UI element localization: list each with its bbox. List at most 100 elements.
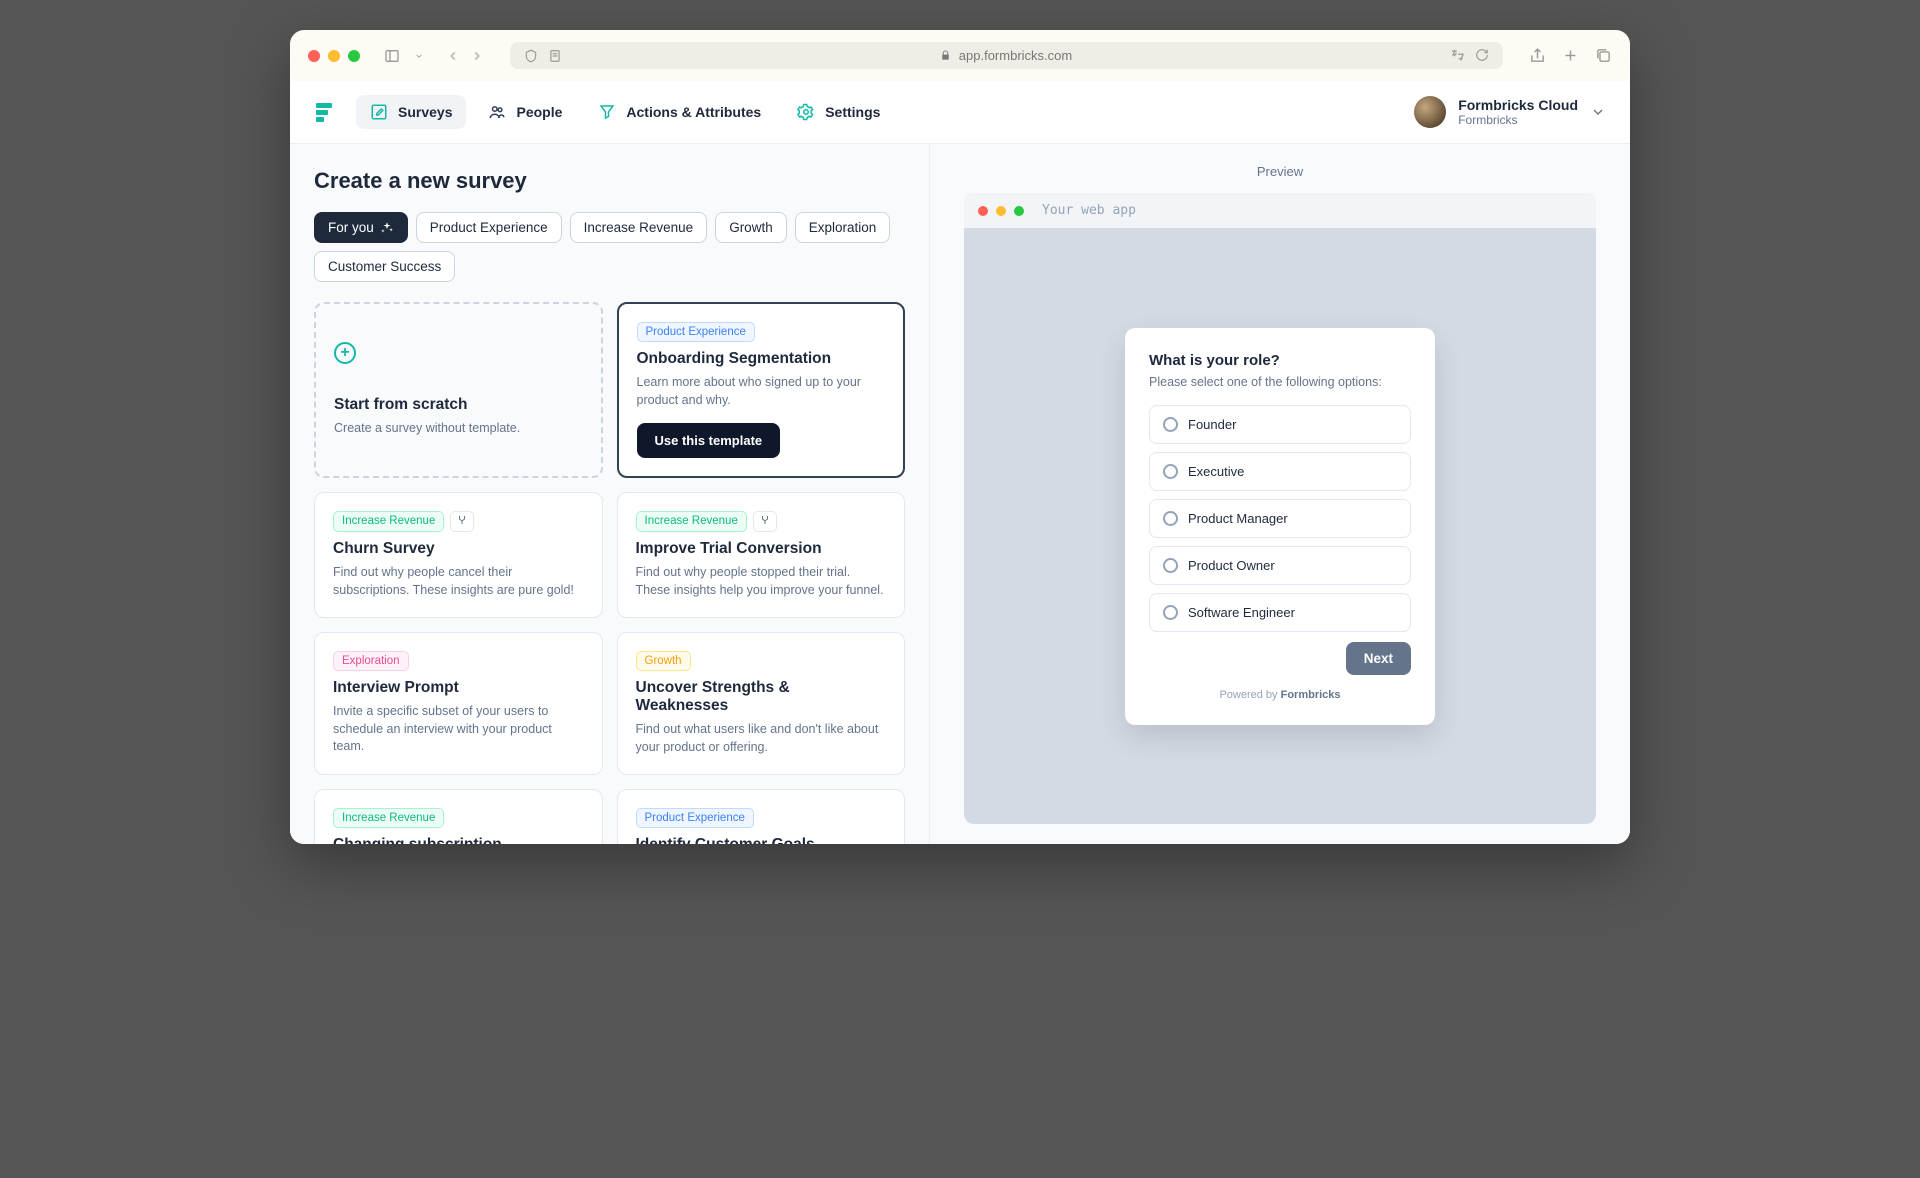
card-desc: Learn more about who signed up to your p… xyxy=(637,374,886,409)
browser-titlebar: app.formbricks.com xyxy=(290,30,1630,81)
card-desc: Find out why people stopped their trial.… xyxy=(636,564,887,599)
plus-icon: + xyxy=(334,342,356,364)
category-badge: Product Experience xyxy=(637,322,755,342)
filter-for-you[interactable]: For you xyxy=(314,212,408,243)
nav-actions[interactable]: Actions & Attributes xyxy=(584,95,775,129)
filter-increase-revenue[interactable]: Increase Revenue xyxy=(570,212,708,243)
split-icon xyxy=(450,511,474,532)
chevron-down-icon xyxy=(1590,104,1606,120)
app-body: Create a new survey For you Product Expe… xyxy=(290,144,1630,844)
use-template-button[interactable]: Use this template xyxy=(637,423,781,458)
template-card-selected[interactable]: Product Experience Onboarding Segmentati… xyxy=(617,302,906,478)
template-card[interactable]: GrowthUncover Strengths & WeaknessesFind… xyxy=(617,632,906,775)
chevron-down-icon[interactable] xyxy=(414,48,424,64)
start-from-scratch-card[interactable]: + Start from scratch Create a survey wit… xyxy=(314,302,603,478)
survey-option[interactable]: Founder xyxy=(1149,405,1411,444)
share-icon[interactable] xyxy=(1529,47,1546,64)
survey-option[interactable]: Product Owner xyxy=(1149,546,1411,585)
back-icon[interactable] xyxy=(446,49,460,63)
filter-growth[interactable]: Growth xyxy=(715,212,787,243)
survey-option[interactable]: Executive xyxy=(1149,452,1411,491)
template-card[interactable]: ExplorationInterview PromptInvite a spec… xyxy=(314,632,603,775)
sidebar-icon[interactable] xyxy=(384,48,400,64)
tabs-icon[interactable] xyxy=(1595,47,1612,64)
category-badge: Increase Revenue xyxy=(333,808,444,828)
filter-row: For you Product Experience Increase Reve… xyxy=(314,212,905,282)
browser-nav-arrows xyxy=(446,49,484,63)
card-title: Interview Prompt xyxy=(333,679,584,697)
url-bar[interactable]: app.formbricks.com xyxy=(510,42,1503,69)
nav-people[interactable]: People xyxy=(474,95,576,129)
nav-settings[interactable]: Settings xyxy=(783,95,894,129)
option-label: Founder xyxy=(1188,417,1236,432)
template-card[interactable]: Increase Revenue Changing subscription ex… xyxy=(314,789,603,844)
account-menu[interactable]: Formbricks Cloud Formbricks xyxy=(1414,96,1606,128)
card-desc: Create a survey without template. xyxy=(334,420,583,438)
card-title: Changing subscription experience xyxy=(333,836,584,844)
maximize-icon xyxy=(1014,206,1024,216)
card-desc: Invite a specific subset of your users t… xyxy=(333,703,584,756)
card-title: Identify Customer Goals xyxy=(636,836,887,844)
maximize-window-icon[interactable] xyxy=(348,50,360,62)
nav-surveys[interactable]: Surveys xyxy=(356,95,466,129)
template-card[interactable]: Increase RevenueImprove Trial Conversion… xyxy=(617,492,906,618)
card-title: Uncover Strengths & Weaknesses xyxy=(636,679,887,715)
account-name: Formbricks Cloud xyxy=(1458,97,1578,113)
left-panel: Create a new survey For you Product Expe… xyxy=(290,144,930,844)
template-grid: + Start from scratch Create a survey wit… xyxy=(314,302,905,844)
right-panel: Preview Your web app What is your role? … xyxy=(930,144,1630,844)
preview-body: What is your role? Please select one of … xyxy=(964,228,1596,824)
avatar xyxy=(1414,96,1446,128)
preview-label: Preview xyxy=(964,164,1596,179)
option-label: Executive xyxy=(1188,464,1244,479)
option-label: Software Engineer xyxy=(1188,605,1295,620)
split-icon xyxy=(753,511,777,532)
option-label: Product Owner xyxy=(1188,558,1275,573)
nav-label: Surveys xyxy=(398,104,452,120)
preview-titlebar: Your web app xyxy=(964,193,1596,228)
translate-icon[interactable] xyxy=(1450,48,1465,63)
card-desc: Find out what users like and don't like … xyxy=(636,721,887,756)
preview-app-label: Your web app xyxy=(1042,203,1136,218)
traffic-lights xyxy=(308,50,360,62)
minimize-window-icon[interactable] xyxy=(328,50,340,62)
radio-icon xyxy=(1163,511,1178,526)
minimize-icon xyxy=(996,206,1006,216)
radio-icon xyxy=(1163,558,1178,573)
preview-window: Your web app What is your role? Please s… xyxy=(964,193,1596,824)
radio-icon xyxy=(1163,464,1178,479)
edit-icon xyxy=(370,103,388,121)
close-icon xyxy=(978,206,988,216)
template-card[interactable]: Product ExperienceIdentify Customer Goal… xyxy=(617,789,906,844)
nav-label: Settings xyxy=(825,104,880,120)
survey-question: What is your role? xyxy=(1149,352,1411,369)
template-card[interactable]: Increase RevenueChurn SurveyFind out why… xyxy=(314,492,603,618)
powered-by[interactable]: Powered by Formbricks xyxy=(1149,689,1411,701)
sidebar-toggle-group xyxy=(384,48,424,64)
survey-option[interactable]: Product Manager xyxy=(1149,499,1411,538)
new-tab-icon[interactable] xyxy=(1562,47,1579,64)
filter-product-experience[interactable]: Product Experience xyxy=(416,212,562,243)
account-org: Formbricks xyxy=(1458,113,1578,127)
filter-icon xyxy=(598,103,616,121)
card-title: Churn Survey xyxy=(333,540,584,558)
filter-exploration[interactable]: Exploration xyxy=(795,212,891,243)
people-icon xyxy=(488,103,506,121)
filter-customer-success[interactable]: Customer Success xyxy=(314,251,455,282)
shield-icon xyxy=(524,49,538,63)
reader-icon xyxy=(548,49,562,63)
sparkle-icon xyxy=(380,221,394,235)
nav-label: People xyxy=(516,104,562,120)
radio-icon xyxy=(1163,417,1178,432)
survey-option[interactable]: Software Engineer xyxy=(1149,593,1411,632)
logo-icon[interactable] xyxy=(314,100,338,124)
next-button[interactable]: Next xyxy=(1346,642,1411,675)
close-window-icon[interactable] xyxy=(308,50,320,62)
card-desc: Find out why people cancel their subscri… xyxy=(333,564,584,599)
top-nav: Surveys People Actions & Attributes Sett… xyxy=(290,81,1630,144)
card-title: Start from scratch xyxy=(334,396,583,414)
refresh-icon[interactable] xyxy=(1475,48,1489,62)
page-title: Create a new survey xyxy=(314,168,905,194)
forward-icon[interactable] xyxy=(470,49,484,63)
gear-icon xyxy=(797,103,815,121)
